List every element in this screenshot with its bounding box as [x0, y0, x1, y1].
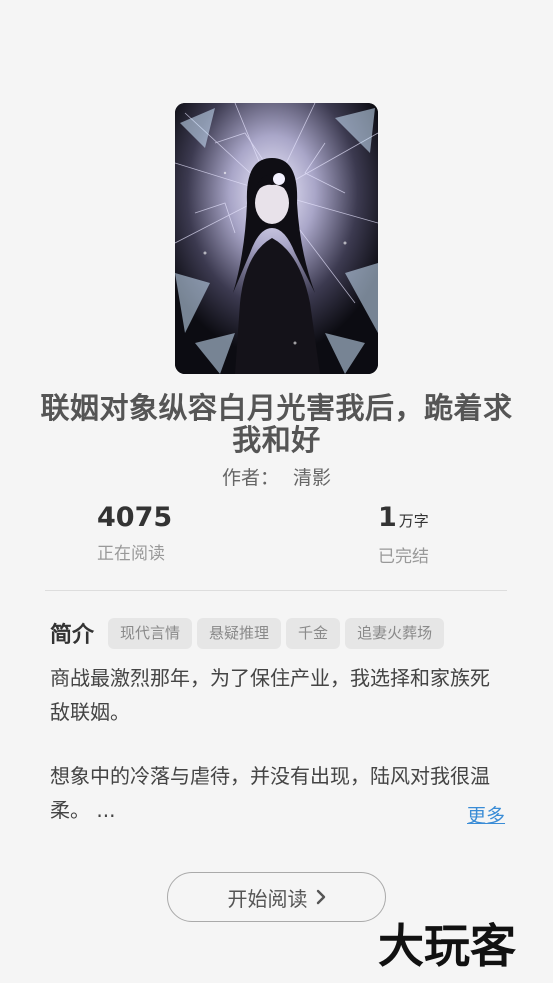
intro-heading: 简介: [50, 623, 95, 648]
genre-tag[interactable]: 现代言情: [108, 617, 193, 649]
chevron-right-icon: [316, 889, 326, 905]
completion-status: 已完结: [378, 547, 429, 567]
word-count-stat: 1 万字 已完结: [378, 503, 429, 568]
start-reading-button[interactable]: 开始阅读: [167, 872, 386, 922]
book-cover-image: [175, 103, 378, 374]
book-cover[interactable]: [175, 103, 378, 374]
start-reading-label: 开始阅读: [227, 886, 308, 911]
book-title: 联姻对象纵容白月光害我后，跪着求我和好: [40, 391, 513, 457]
reading-count-stat: 4075 正在阅读: [97, 502, 173, 565]
watermark-logo: 大玩客: [378, 912, 548, 973]
genre-tag[interactable]: 追妻火葬场: [345, 617, 445, 649]
genre-tag[interactable]: 千金: [286, 617, 341, 649]
word-count: 1 万字: [378, 503, 429, 536]
synopsis-paragraph: 想象中的冷落与虐待，并没有出现，陆风对我很温柔。 ...: [50, 764, 490, 822]
book-author: 作者： 清影: [0, 463, 553, 490]
reading-count: 4075: [97, 502, 173, 533]
word-count-unit: 万字: [398, 512, 429, 530]
more-link[interactable]: 更多: [467, 801, 505, 828]
genre-tag[interactable]: 悬疑推理: [197, 617, 282, 649]
author-name[interactable]: 清影: [293, 467, 331, 489]
watermark-text: 大玩客: [378, 919, 516, 972]
word-count-value: 1: [378, 502, 397, 533]
synopsis-paragraph: 商战最激烈那年，为了保住产业，我选择和家族死敌联姻。: [50, 666, 490, 724]
author-label: 作者：: [221, 467, 279, 489]
reading-count-label: 正在阅读: [97, 544, 165, 564]
divider: [45, 590, 507, 591]
intro-header: 简介 现代言情 悬疑推理 千金 追妻火葬场: [50, 617, 449, 649]
